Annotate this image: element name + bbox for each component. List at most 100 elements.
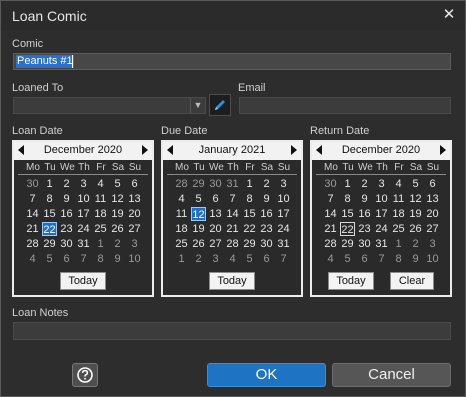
calendar-day[interactable]: 5 <box>242 252 257 266</box>
calendar-day[interactable]: 7 <box>323 192 338 206</box>
next-month-icon[interactable] <box>142 145 148 155</box>
calendar-day[interactable]: 10 <box>425 252 440 266</box>
calendar-day[interactable]: 3 <box>76 177 91 191</box>
edit-contact-button[interactable] <box>209 94 231 116</box>
calendar-day[interactable]: 31 <box>76 237 91 251</box>
due-today-button[interactable]: Today <box>209 272 255 290</box>
calendar-day[interactable]: 26 <box>110 222 125 236</box>
calendar-day[interactable]: 12 <box>191 207 206 221</box>
calendar-day[interactable]: 16 <box>259 207 274 221</box>
calendar-day[interactable]: 4 <box>323 252 338 266</box>
return-today-button[interactable]: Today <box>328 272 374 290</box>
calendar-day[interactable]: 3 <box>374 177 389 191</box>
calendar-day[interactable]: 19 <box>191 222 206 236</box>
calendar-day[interactable]: 8 <box>340 192 355 206</box>
calendar-day[interactable]: 14 <box>225 207 240 221</box>
calendar-day[interactable]: 20 <box>208 222 223 236</box>
calendar-day[interactable]: 25 <box>93 222 108 236</box>
next-month-icon[interactable] <box>291 145 297 155</box>
calendar-day[interactable]: 9 <box>259 192 274 206</box>
calendar-day[interactable]: 22 <box>42 222 57 236</box>
calendar-day[interactable]: 12 <box>110 192 125 206</box>
calendar-day[interactable]: 28 <box>225 237 240 251</box>
calendar-day[interactable]: 1 <box>242 177 257 191</box>
calendar-day[interactable]: 25 <box>174 237 189 251</box>
calendar-day[interactable]: 27 <box>127 222 142 236</box>
calendar-day[interactable]: 5 <box>408 177 423 191</box>
calendar-day[interactable]: 6 <box>259 252 274 266</box>
calendar-day[interactable]: 30 <box>323 177 338 191</box>
calendar-day[interactable]: 3 <box>208 252 223 266</box>
calendar-day[interactable]: 18 <box>93 207 108 221</box>
calendar-day[interactable]: 3 <box>127 237 142 251</box>
calendar-day[interactable]: 16 <box>357 207 372 221</box>
calendar-day[interactable]: 23 <box>59 222 74 236</box>
calendar-day[interactable]: 7 <box>225 192 240 206</box>
calendar-day[interactable]: 31 <box>276 237 291 251</box>
calendar-day[interactable]: 3 <box>276 177 291 191</box>
previous-month-icon[interactable] <box>18 145 24 155</box>
calendar-day[interactable]: 5 <box>340 252 355 266</box>
close-icon[interactable]: ✕ <box>441 7 457 23</box>
calendar-day[interactable]: 20 <box>127 207 142 221</box>
calendar-day[interactable]: 8 <box>242 192 257 206</box>
calendar-day[interactable]: 24 <box>276 222 291 236</box>
calendar-day[interactable]: 5 <box>42 252 57 266</box>
calendar-day[interactable]: 3 <box>425 237 440 251</box>
calendar-day[interactable]: 15 <box>340 207 355 221</box>
calendar-day[interactable]: 30 <box>59 237 74 251</box>
calendar-day[interactable]: 18 <box>174 222 189 236</box>
next-month-icon[interactable] <box>440 145 446 155</box>
calendar-day[interactable]: 24 <box>374 222 389 236</box>
calendar-day[interactable]: 1 <box>340 177 355 191</box>
calendar-day[interactable]: 9 <box>59 192 74 206</box>
calendar-day[interactable]: 6 <box>59 252 74 266</box>
calendar-day[interactable]: 28 <box>25 237 40 251</box>
calendar-day[interactable]: 28 <box>174 177 189 191</box>
calendar-day[interactable]: 20 <box>425 207 440 221</box>
calendar-day[interactable]: 10 <box>76 192 91 206</box>
calendar-day[interactable]: 8 <box>42 192 57 206</box>
help-button[interactable] <box>72 363 98 387</box>
email-field[interactable] <box>239 97 451 114</box>
calendar-day[interactable]: 4 <box>391 177 406 191</box>
calendar-day[interactable]: 9 <box>110 252 125 266</box>
calendar-day[interactable]: 27 <box>425 222 440 236</box>
calendar-day[interactable]: 31 <box>374 237 389 251</box>
calendar-day[interactable]: 5 <box>191 192 206 206</box>
calendar-day[interactable]: 1 <box>42 177 57 191</box>
calendar-day[interactable]: 15 <box>42 207 57 221</box>
loan-notes-field[interactable] <box>13 322 451 340</box>
calendar-day[interactable]: 19 <box>408 207 423 221</box>
calendar-day[interactable]: 2 <box>408 237 423 251</box>
calendar-day[interactable]: 16 <box>59 207 74 221</box>
calendar-day[interactable]: 17 <box>374 207 389 221</box>
calendar-day[interactable]: 26 <box>191 237 206 251</box>
calendar-day[interactable]: 13 <box>208 207 223 221</box>
calendar-day[interactable]: 4 <box>93 177 108 191</box>
calendar-day[interactable]: 6 <box>208 192 223 206</box>
calendar-day[interactable]: 29 <box>42 237 57 251</box>
chevron-down-icon[interactable]: ▼ <box>190 98 205 113</box>
calendar-day[interactable]: 8 <box>391 252 406 266</box>
calendar-day[interactable]: 10 <box>127 252 142 266</box>
calendar-day[interactable]: 30 <box>357 237 372 251</box>
loaned-to-dropdown[interactable]: ▼ <box>13 97 206 114</box>
calendar-day[interactable]: 17 <box>276 207 291 221</box>
calendar-day[interactable]: 2 <box>357 177 372 191</box>
calendar-day[interactable]: 1 <box>391 237 406 251</box>
calendar-day[interactable]: 9 <box>408 252 423 266</box>
calendar-day[interactable]: 29 <box>191 177 206 191</box>
calendar-day[interactable]: 11 <box>391 192 406 206</box>
ok-button[interactable]: OK <box>207 363 326 387</box>
calendar-day[interactable]: 14 <box>323 207 338 221</box>
calendar-day[interactable]: 6 <box>357 252 372 266</box>
calendar-day[interactable]: 17 <box>76 207 91 221</box>
calendar-day[interactable]: 28 <box>323 237 338 251</box>
calendar-day[interactable]: 9 <box>357 192 372 206</box>
calendar-day[interactable]: 1 <box>93 237 108 251</box>
previous-month-icon[interactable] <box>316 145 322 155</box>
calendar-day[interactable]: 14 <box>25 207 40 221</box>
calendar-day[interactable]: 30 <box>208 177 223 191</box>
calendar-day[interactable]: 21 <box>25 222 40 236</box>
